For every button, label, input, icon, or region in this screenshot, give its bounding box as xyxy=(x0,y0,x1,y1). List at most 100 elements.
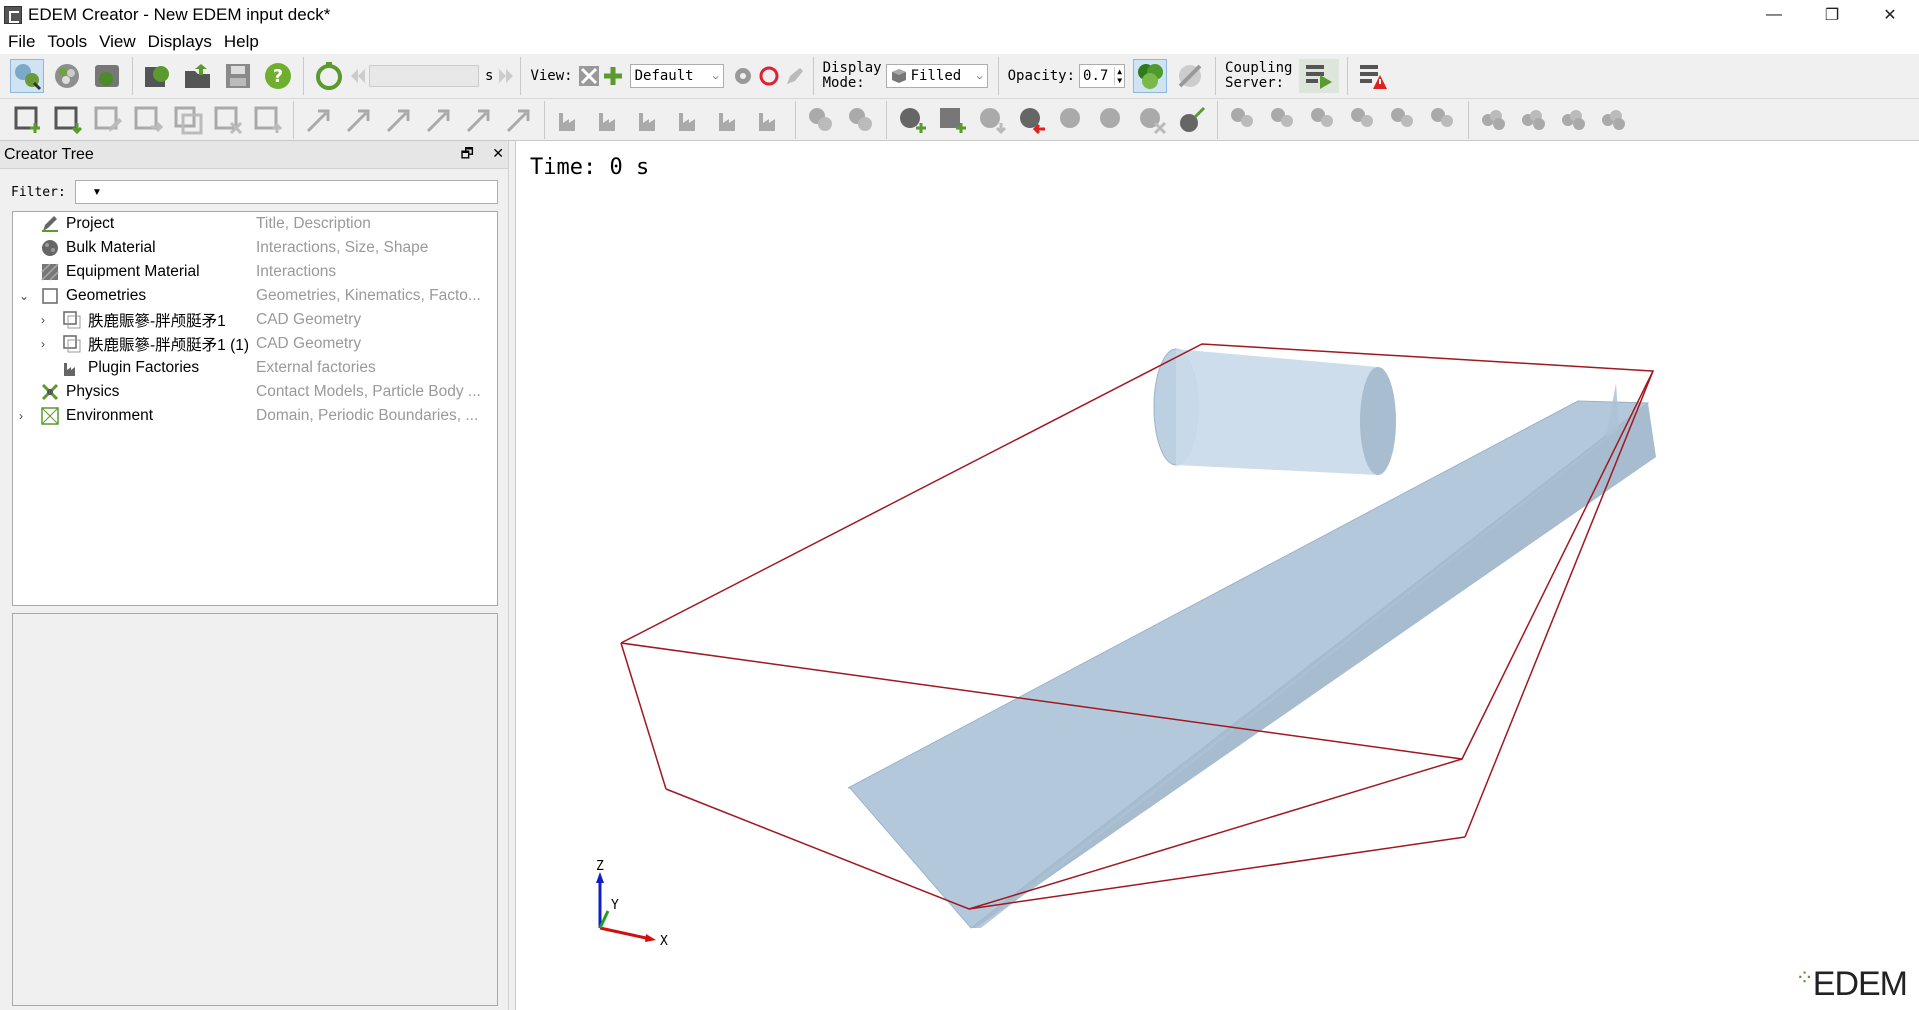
help-icon[interactable]: ? xyxy=(261,59,295,93)
copy-kinematic-icon[interactable] xyxy=(382,103,416,137)
tree-item-desc: Title, Description xyxy=(256,215,371,232)
clip-x-icon[interactable] xyxy=(578,59,600,93)
belt-surface xyxy=(847,400,1650,929)
export-factory-icon[interactable] xyxy=(753,103,787,137)
material-wizard-icon[interactable] xyxy=(1175,103,1209,137)
add-particle-icon[interactable] xyxy=(804,103,838,137)
transparency-icon[interactable] xyxy=(1173,59,1207,93)
float-panel-icon[interactable]: 🗗 xyxy=(461,145,474,161)
filter-dropdown-icon[interactable]: ▼ xyxy=(92,187,102,198)
analyst-mode-icon[interactable] xyxy=(90,59,124,93)
new-deck-icon[interactable] xyxy=(141,59,175,93)
toolbar-separator xyxy=(1347,57,1349,95)
move-geometry-icon[interactable] xyxy=(131,103,165,137)
edem-logo: ⁘EDEM xyxy=(1795,965,1908,1003)
coupling-start-icon[interactable] xyxy=(1299,59,1340,93)
add-bulk-material-icon[interactable] xyxy=(895,103,929,137)
add-factory-icon[interactable] xyxy=(553,103,587,137)
add-geometry-icon[interactable] xyxy=(11,103,45,137)
coupling-warning-icon[interactable] xyxy=(1356,59,1390,93)
expand-arrow-icon[interactable]: › xyxy=(19,409,23,423)
filter-label: Filter: xyxy=(11,184,66,200)
delete-particle-shape-icon[interactable] xyxy=(1597,103,1631,137)
tree-item-equipment-material[interactable]: Equipment Material Interactions xyxy=(13,260,497,284)
menu-tools[interactable]: Tools xyxy=(41,32,93,52)
edit-material-icon[interactable] xyxy=(1055,103,1089,137)
spin-arrows-icon[interactable]: ▲ ▼ xyxy=(1114,67,1124,85)
delete-material-icon[interactable] xyxy=(1135,103,1169,137)
equipment-material-icon xyxy=(41,263,59,281)
import-interaction-icon[interactable] xyxy=(1266,103,1300,137)
import-kinematic-icon[interactable] xyxy=(462,103,496,137)
view-select[interactable]: Default ⌵ xyxy=(629,64,724,88)
copy-particle-shape-icon[interactable] xyxy=(1557,103,1591,137)
menu-displays[interactable]: Displays xyxy=(142,32,218,52)
close-button[interactable]: ✕ xyxy=(1861,0,1919,29)
export-interaction-icon[interactable] xyxy=(1306,103,1340,137)
simulator-mode-icon[interactable] xyxy=(50,59,84,93)
cad-geometry-icon xyxy=(63,335,81,353)
time-slider[interactable] xyxy=(369,65,479,87)
display-mode-select[interactable]: Filled ⌵ xyxy=(885,64,988,88)
add-kinematic-icon[interactable] xyxy=(302,103,336,137)
edit-particle-shape-icon[interactable] xyxy=(1517,103,1551,137)
delete-geometry-icon[interactable] xyxy=(211,103,245,137)
copy-material-icon[interactable] xyxy=(1095,103,1129,137)
tree-item-geometry-1[interactable]: › 胅鹿賑篸-胖颅脡矛1 CAD Geometry xyxy=(13,308,497,332)
minimize-button[interactable]: — xyxy=(1745,0,1803,29)
copy-geometry-icon[interactable] xyxy=(171,103,205,137)
collapse-arrow-icon[interactable]: ⌄ xyxy=(19,289,29,303)
restore-button[interactable]: ❐ xyxy=(1803,0,1861,29)
add-particle-shape-icon[interactable] xyxy=(1477,103,1511,137)
filter-input[interactable]: ▼ xyxy=(75,180,498,204)
import-geometry-icon[interactable] xyxy=(51,103,85,137)
tree-item-plugin-factories[interactable]: Plugin Factories External factories xyxy=(13,356,497,380)
creator-mode-icon[interactable] xyxy=(10,59,44,93)
tree-item-project[interactable]: Project Title, Description xyxy=(13,212,497,236)
copy-factory-icon[interactable] xyxy=(633,103,667,137)
tree-item-geometries[interactable]: ⌄ Geometries Geometries, Kinematics, Fac… xyxy=(13,284,497,308)
cube-icon xyxy=(891,69,906,83)
gear-icon[interactable] xyxy=(732,59,754,93)
toolbar-separator xyxy=(293,100,294,139)
reset-view-icon[interactable] xyxy=(758,59,780,93)
close-panel-icon[interactable]: ✕ xyxy=(492,145,504,161)
tree-item-desc: CAD Geometry xyxy=(256,335,362,352)
save-icon[interactable] xyxy=(221,59,255,93)
edit-view-icon[interactable] xyxy=(784,59,806,93)
import-material-icon[interactable] xyxy=(975,103,1009,137)
add-equipment-material-icon[interactable] xyxy=(935,103,969,137)
timer-icon[interactable] xyxy=(312,59,346,93)
delete-interaction-icon[interactable] xyxy=(1426,103,1460,137)
export-material-icon[interactable] xyxy=(1015,103,1049,137)
edit-kinematic-icon[interactable] xyxy=(342,103,376,137)
expand-arrow-icon[interactable]: › xyxy=(41,337,45,351)
export-geometry-icon[interactable] xyxy=(251,103,285,137)
open-folder-icon[interactable] xyxy=(181,59,215,93)
add-interaction-icon[interactable] xyxy=(1226,103,1260,137)
delete-kinematic-icon[interactable] xyxy=(422,103,456,137)
svg-text:?: ? xyxy=(273,66,283,87)
move-factory-icon[interactable] xyxy=(713,103,747,137)
tree-item-physics[interactable]: Physics Contact Models, Particle Body ..… xyxy=(13,380,497,404)
tree-item-geometry-2[interactable]: › 胅鹿賑篸-胖颅脡矛1 (1) CAD Geometry xyxy=(13,332,497,356)
edit-interaction-icon[interactable] xyxy=(1346,103,1380,137)
color-particles-icon[interactable] xyxy=(1133,59,1168,93)
edit-factory-icon[interactable] xyxy=(593,103,627,137)
tree-item-environment[interactable]: › Environment Domain, Periodic Boundarie… xyxy=(13,404,497,428)
3d-viewport[interactable]: Time: 0 s X Y Z ⁘EDEM xyxy=(515,141,1919,1010)
menu-file[interactable]: File xyxy=(2,32,41,52)
edit-particle-icon[interactable] xyxy=(844,103,878,137)
clip-add-icon[interactable] xyxy=(602,59,624,93)
export-kinematic-icon[interactable] xyxy=(502,103,536,137)
menu-view[interactable]: View xyxy=(93,32,142,52)
main-toolbar: ? s View: Default ⌵ Display Mode: Filled ⌵… xyxy=(0,54,1919,99)
expand-arrow-icon[interactable]: › xyxy=(41,313,45,327)
copy-interaction-icon[interactable] xyxy=(1386,103,1420,137)
delete-factory-icon[interactable] xyxy=(673,103,707,137)
tree-item-bulk-material[interactable]: Bulk Material Interactions, Size, Shape xyxy=(13,236,497,260)
opacity-spinbox[interactable]: 0.7 ▲ ▼ xyxy=(1079,64,1126,88)
edit-geometry-icon[interactable] xyxy=(91,103,125,137)
app-icon xyxy=(4,5,22,24)
menu-help[interactable]: Help xyxy=(218,32,265,52)
